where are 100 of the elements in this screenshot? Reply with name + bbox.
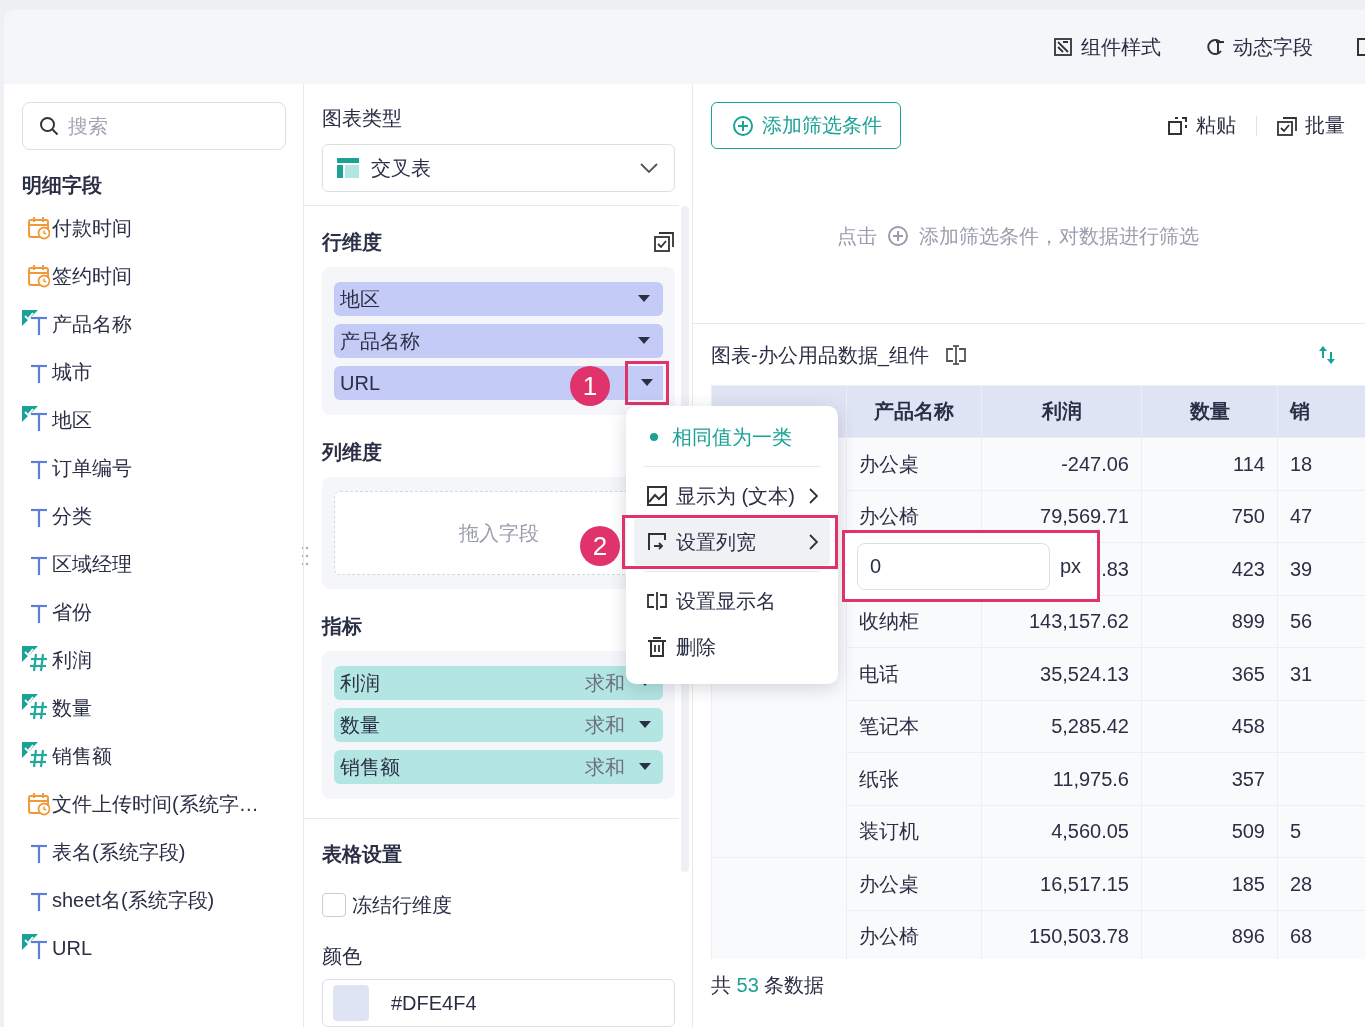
- chart-type-select[interactable]: 交叉表: [322, 144, 675, 192]
- table-cell: 16,517.15: [1040, 872, 1129, 895]
- column-width-icon: [646, 531, 668, 553]
- dropdown-toggle[interactable]: [625, 361, 669, 405]
- paste-icon: [1168, 115, 1188, 136]
- table-cell: .83: [1101, 557, 1129, 580]
- caret-icon: [639, 721, 651, 729]
- table-cell: 56: [1290, 610, 1313, 633]
- table-cell: 458: [1231, 715, 1265, 738]
- search-field[interactable]: 搜索: [22, 102, 286, 150]
- section-title: 行维度: [322, 230, 382, 254]
- table-icon: [337, 158, 359, 178]
- field-name[interactable]: 表名(系统字段): [52, 838, 186, 866]
- rename-icon: [646, 590, 668, 612]
- selected-dot-icon: [650, 433, 658, 441]
- field-name[interactable]: 分类: [52, 502, 92, 530]
- dimension-pill[interactable]: 产品名称: [334, 324, 625, 358]
- dropdown-toggle[interactable]: [625, 324, 663, 358]
- hint-text: 点击: [837, 223, 877, 249]
- metric-pill[interactable]: 销售额 求和: [334, 750, 663, 784]
- field-name[interactable]: 订单编号: [52, 454, 132, 482]
- table-cell: 896: [1231, 925, 1265, 948]
- field-label: 颜色: [322, 944, 363, 968]
- table-cell: 办公椅: [859, 925, 919, 948]
- chevron-down-icon: [640, 163, 658, 173]
- checkbox-window-icon: [1277, 115, 1297, 136]
- toolbar-button[interactable]: 粘贴: [1148, 112, 1256, 139]
- table-cell: 4,560.05: [1051, 820, 1129, 843]
- field-name[interactable]: sheet名(系统字段): [52, 886, 215, 914]
- table-cell: 357: [1231, 767, 1265, 790]
- field-name[interactable]: 数量: [52, 694, 92, 722]
- field-name[interactable]: 销售额: [52, 742, 112, 770]
- field-name[interactable]: 地区: [52, 406, 92, 434]
- image-icon: [646, 485, 668, 507]
- table-cell: 143,157.62: [1028, 610, 1129, 633]
- field-label: 图表类型: [322, 106, 403, 130]
- caret-icon: [638, 295, 650, 303]
- swap-arrows-icon[interactable]: [1317, 344, 1337, 366]
- section-title: 指标: [322, 614, 362, 638]
- caret-icon: [638, 337, 650, 345]
- rename-icon: [944, 344, 967, 366]
- field-name[interactable]: 文件上传时间(系统字…: [52, 790, 259, 818]
- table-cell: 423: [1231, 557, 1265, 580]
- table-cell: 365: [1231, 662, 1265, 685]
- table-cell: 39: [1290, 557, 1313, 580]
- table-cell: 5,285.42: [1051, 715, 1129, 738]
- plus-circle-icon: [732, 114, 754, 137]
- refresh-field-icon: [1205, 37, 1225, 57]
- toolbar-button[interactable]: 批量: [1257, 112, 1365, 139]
- width-input[interactable]: 0: [857, 542, 1050, 590]
- color-field[interactable]: #DFE4F4: [322, 979, 675, 1027]
- field-name[interactable]: 区域经理: [52, 550, 132, 578]
- column-header[interactable]: 销: [1277, 385, 1365, 438]
- search-icon: [39, 116, 59, 136]
- dimension-pill[interactable]: 地区: [334, 282, 625, 316]
- table-cell: 11,975.6: [1052, 767, 1129, 790]
- drag-handle-icon: [301, 546, 309, 566]
- menu-item[interactable]: 设置显示名: [634, 578, 830, 624]
- record-count: 共 53 条数据: [711, 973, 826, 997]
- section-title: 列维度: [322, 440, 382, 464]
- table-cell: 办公桌: [859, 452, 919, 475]
- table-cell: 79,569.71: [1040, 505, 1129, 528]
- table-cell: 办公椅: [859, 505, 919, 528]
- field-name[interactable]: 城市: [52, 358, 92, 386]
- table-cell: 办公桌: [859, 872, 919, 895]
- section-title: 明细字段: [22, 173, 103, 198]
- table-cell: 114: [1233, 452, 1265, 475]
- chart-title: 图表-办公用品数据_组件: [711, 342, 929, 369]
- column-header[interactable]: 产品名称: [846, 385, 982, 438]
- column-header[interactable]: 数量: [1141, 385, 1278, 438]
- metric-pill[interactable]: 数量 求和: [334, 708, 663, 742]
- sliders-box-icon: [1053, 37, 1073, 57]
- field-name[interactable]: 签约时间: [52, 262, 132, 290]
- table-cell: 28: [1290, 872, 1313, 895]
- trash-icon: [646, 636, 668, 658]
- plus-circle-icon: [887, 225, 909, 247]
- checkbox[interactable]: [322, 893, 346, 917]
- toolbar-button[interactable]: 动态字段: [1205, 33, 1313, 61]
- column-header[interactable]: 利润: [981, 385, 1142, 438]
- caret-icon: [639, 763, 651, 771]
- field-name[interactable]: 付款时间: [52, 214, 132, 242]
- table-cell: 150,503.78: [1028, 925, 1129, 948]
- hint-text: 添加筛选条件，对数据进行筛选: [919, 223, 1199, 249]
- table-cell: 18: [1290, 452, 1313, 475]
- field-name[interactable]: 利润: [52, 646, 92, 674]
- table-cell: 装订机: [859, 820, 919, 843]
- unit-label: px: [1060, 554, 1082, 578]
- metric-pill[interactable]: 利润 求和: [334, 666, 663, 700]
- field-name[interactable]: 省份: [52, 598, 92, 626]
- section-title: 表格设置: [322, 842, 402, 866]
- table-cell: 185: [1231, 872, 1265, 895]
- table-cell: 750: [1231, 505, 1265, 528]
- table-cell: 纸张: [859, 767, 899, 790]
- field-name[interactable]: URL: [52, 936, 92, 960]
- field-name[interactable]: 产品名称: [52, 310, 132, 338]
- checkbox-window-icon[interactable]: [653, 231, 675, 253]
- dropdown-toggle[interactable]: [625, 282, 663, 316]
- toolbar-button[interactable]: 组件样式: [1053, 33, 1161, 61]
- table-cell: 5: [1290, 820, 1302, 843]
- checkbox-label[interactable]: 冻结行维度: [352, 893, 452, 917]
